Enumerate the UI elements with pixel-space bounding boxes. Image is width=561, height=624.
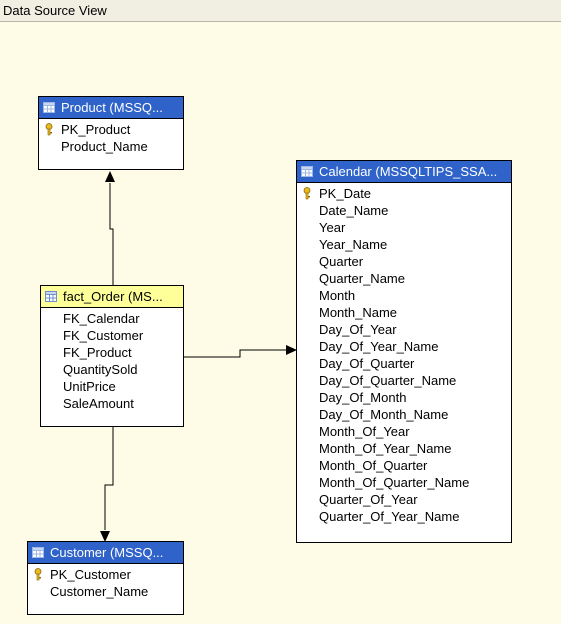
column-label: Month [319, 288, 356, 303]
column-sale-amount[interactable]: SaleAmount [41, 395, 183, 412]
relationship-fact-product [109, 183, 114, 285]
column-fk-product[interactable]: FK_Product [41, 344, 183, 361]
relationship-fact-customer [104, 426, 114, 530]
column-label: QuantitySold [63, 362, 138, 377]
table-icon [45, 291, 57, 302]
column-label: Day_Of_Quarter_Name [319, 373, 457, 388]
table-fact-order-header[interactable]: fact_Order (MS... [41, 286, 183, 308]
column-label: PK_Customer [50, 567, 131, 582]
column-day-of-quarter-name[interactable]: Day_Of_Quarter_Name [297, 372, 511, 389]
column-label: UnitPrice [63, 379, 116, 394]
column-quarter-of-year-name[interactable]: Quarter_Of_Year_Name [297, 508, 511, 525]
column-day-of-month[interactable]: Day_Of_Month [297, 389, 511, 406]
column-date-name[interactable]: Date_Name [297, 202, 511, 219]
column-label: Month_Of_Quarter [319, 458, 428, 473]
column-customer-name[interactable]: Customer_Name [28, 583, 183, 600]
table-calendar-title: Calendar (MSSQLTIPS_SSA... [319, 164, 498, 179]
column-month[interactable]: Month [297, 287, 511, 304]
column-label: SaleAmount [63, 396, 134, 411]
table-icon [32, 547, 44, 558]
column-quarter[interactable]: Quarter [297, 253, 511, 270]
column-year[interactable]: Year [297, 219, 511, 236]
column-month-of-year[interactable]: Month_Of_Year [297, 423, 511, 440]
column-label: FK_Calendar [63, 311, 140, 326]
table-customer-title: Customer (MSSQ... [50, 545, 164, 560]
column-month-of-quarter-name[interactable]: Month_Of_Quarter_Name [297, 474, 511, 491]
column-unit-price[interactable]: UnitPrice [41, 378, 183, 395]
column-pk-date[interactable]: PK_Date [297, 185, 511, 202]
column-day-of-year[interactable]: Day_Of_Year [297, 321, 511, 338]
table-calendar-header[interactable]: Calendar (MSSQLTIPS_SSA... [297, 161, 511, 183]
table-fact-order-title: fact_Order (MS... [63, 289, 163, 304]
column-day-of-quarter[interactable]: Day_Of_Quarter [297, 355, 511, 372]
column-label: Year_Name [319, 237, 388, 252]
table-icon [301, 166, 313, 177]
column-label: Year [319, 220, 346, 235]
column-label: Day_Of_Month [319, 390, 407, 405]
column-label: Day_Of_Month_Name [319, 407, 449, 422]
window-title: Data Source View [0, 0, 561, 22]
column-label: Month_Of_Year [319, 424, 410, 439]
key-icon [45, 123, 53, 136]
column-month-name[interactable]: Month_Name [297, 304, 511, 321]
column-label: FK_Product [63, 345, 132, 360]
column-label: PK_Date [319, 186, 372, 201]
column-quarter-name[interactable]: Quarter_Name [297, 270, 511, 287]
column-month-of-year-name[interactable]: Month_Of_Year_Name [297, 440, 511, 457]
column-label: PK_Product [61, 122, 131, 137]
column-day-of-year-name[interactable]: Day_Of_Year_Name [297, 338, 511, 355]
diagram-canvas[interactable]: Product (MSSQ... PK_Product Product_Name [0, 22, 561, 624]
column-product-name[interactable]: Product_Name [39, 138, 183, 155]
table-fact-order[interactable]: fact_Order (MS... FK_Calendar FK_Custome… [40, 285, 184, 427]
column-label: Day_Of_Year_Name [319, 339, 439, 354]
table-customer[interactable]: Customer (MSSQ... PK_Customer Customer_N… [27, 541, 184, 615]
arrow-head-product [105, 171, 115, 182]
column-pk-product[interactable]: PK_Product [39, 121, 183, 138]
column-label: FK_Customer [63, 328, 144, 343]
column-label: Day_Of_Quarter [319, 356, 415, 371]
column-label: Month_Of_Year_Name [319, 441, 452, 456]
column-label: Quarter [319, 254, 364, 269]
column-quantity-sold[interactable]: QuantitySold [41, 361, 183, 378]
column-label: Month_Name [319, 305, 398, 320]
column-label: Day_Of_Year [319, 322, 397, 337]
table-icon [43, 102, 55, 113]
column-quarter-of-year[interactable]: Quarter_Of_Year [297, 491, 511, 508]
column-label: Customer_Name [50, 584, 149, 599]
column-label: Date_Name [319, 203, 389, 218]
key-icon [303, 187, 311, 200]
table-product-title: Product (MSSQ... [61, 100, 163, 115]
table-calendar[interactable]: Calendar (MSSQLTIPS_SSA... PK_Date Date_… [296, 160, 512, 543]
column-label: Quarter_Of_Year [319, 492, 418, 507]
column-fk-customer[interactable]: FK_Customer [41, 327, 183, 344]
column-label: Quarter_Name [319, 271, 405, 286]
key-icon [34, 568, 42, 581]
column-day-of-month-name[interactable]: Day_Of_Month_Name [297, 406, 511, 423]
column-month-of-quarter[interactable]: Month_Of_Quarter [297, 457, 511, 474]
column-year-name[interactable]: Year_Name [297, 236, 511, 253]
column-label: Quarter_Of_Year_Name [319, 509, 460, 524]
table-customer-header[interactable]: Customer (MSSQ... [28, 542, 183, 564]
table-product[interactable]: Product (MSSQ... PK_Product Product_Name [38, 96, 184, 170]
table-product-header[interactable]: Product (MSSQ... [39, 97, 183, 119]
column-pk-customer[interactable]: PK_Customer [28, 566, 183, 583]
column-fk-calendar[interactable]: FK_Calendar [41, 310, 183, 327]
relationship-fact-calendar [183, 349, 288, 358]
column-label: Month_Of_Quarter_Name [319, 475, 470, 490]
column-label: Product_Name [61, 139, 148, 154]
